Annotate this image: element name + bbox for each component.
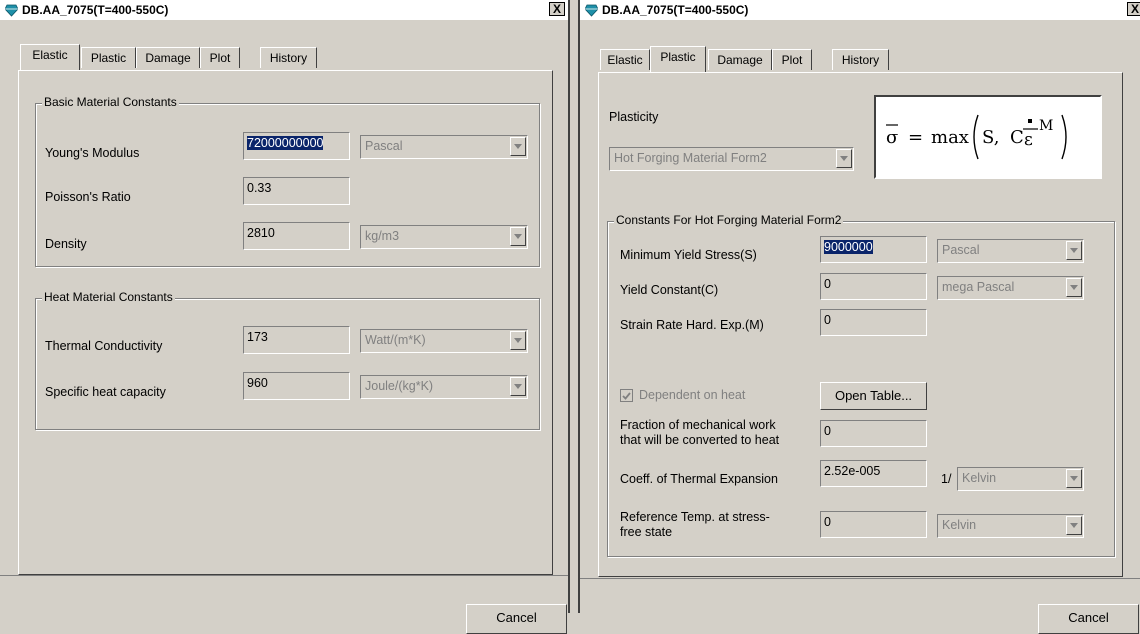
diamond-icon <box>5 4 18 17</box>
dependent-on-heat-checkbox[interactable] <box>620 389 633 402</box>
left-close-button[interactable]: X <box>549 2 565 16</box>
heat-constants-title: Heat Material Constants <box>42 290 175 304</box>
hot-forging-constants-group: Constants For Hot Forging Material Form2… <box>607 213 1115 557</box>
heat-constants-group: Heat Material Constants Thermal Conducti… <box>35 290 540 430</box>
left-footer-divider <box>0 575 568 576</box>
formula-m: M <box>1039 118 1053 134</box>
chevron-down-icon[interactable] <box>836 149 852 168</box>
right-footer-divider <box>580 578 1140 579</box>
youngs-modulus-label: Young's Modulus <box>45 146 140 160</box>
basic-constants-group: Basic Material Constants Young's Modulus… <box>35 95 540 267</box>
strain-rate-label: Strain Rate Hard. Exp.(M) <box>620 318 764 332</box>
basic-constants-title: Basic Material Constants <box>42 95 179 109</box>
formula-epsilon: ε <box>1024 130 1033 150</box>
specific-heat-field[interactable]: 960 <box>243 372 350 400</box>
density-field[interactable]: 2810 <box>243 222 350 250</box>
checkmark-icon <box>622 391 631 400</box>
left-tab-plot[interactable]: Plot <box>200 47 240 68</box>
plasticity-label: Plasticity <box>609 110 659 124</box>
strain-rate-field[interactable]: 0 <box>820 309 927 336</box>
right-tab-strip: Elastic Plastic Damage Plot History <box>600 46 1120 72</box>
specific-heat-label: Specific heat capacity <box>45 385 166 399</box>
left-tab-history[interactable]: History <box>260 47 317 68</box>
density-unit-select[interactable]: kg/m3 <box>360 225 528 249</box>
hot-forging-constants-title: Constants For Hot Forging Material Form2 <box>614 213 844 227</box>
left-tab-plastic[interactable]: Plastic <box>81 47 136 68</box>
left-cancel-button[interactable]: Cancel <box>466 604 567 634</box>
left-tab-strip: Elastic Plastic Damage Plot History <box>20 44 540 70</box>
chevron-down-icon[interactable] <box>510 137 526 156</box>
left-title-bar[interactable]: DB.AA_7075(T=400-550C) <box>0 0 568 20</box>
chevron-down-icon[interactable] <box>510 227 526 246</box>
thermal-expansion-label: Coeff. of Thermal Expansion <box>620 472 778 486</box>
formula-sigma: σ <box>886 127 898 148</box>
formula-c: C <box>1010 127 1024 148</box>
reference-temp-unit-select[interactable]: Kelvin <box>937 514 1084 538</box>
chevron-down-icon[interactable] <box>510 331 526 350</box>
min-yield-field[interactable]: 9000000 <box>820 236 927 263</box>
youngs-modulus-unit-select[interactable]: Pascal <box>360 135 528 159</box>
formula-graphic: σ = max S, C ε M <box>886 114 1067 160</box>
min-yield-unit-select[interactable]: Pascal <box>937 239 1084 263</box>
open-table-button[interactable]: Open Table... <box>820 382 927 410</box>
left-tab-elastic[interactable]: Elastic <box>20 44 80 70</box>
chevron-down-icon[interactable] <box>1066 241 1082 260</box>
fraction-work-field[interactable]: 0 <box>820 420 927 447</box>
right-title-bar[interactable]: DB.AA_7075(T=400-550C) <box>580 0 1140 20</box>
yield-constant-field[interactable]: 0 <box>820 273 927 300</box>
formula-max: max <box>931 127 969 148</box>
chevron-down-icon[interactable] <box>510 377 526 396</box>
formula-s: S, <box>982 127 999 148</box>
thermal-expansion-unit-select[interactable]: Kelvin <box>957 467 1084 491</box>
right-cancel-button[interactable]: Cancel <box>1038 604 1139 634</box>
yield-constant-label: Yield Constant(C) <box>620 283 719 297</box>
dependent-on-heat-label: Dependent on heat <box>639 388 746 402</box>
right-tab-plot[interactable]: Plot <box>772 49 812 70</box>
youngs-modulus-field[interactable]: 72000000000 <box>243 132 350 160</box>
fraction-work-label: Fraction of mechanical work that will be… <box>620 418 780 447</box>
right-dialog-window: DB.AA_7075(T=400-550C) X Elastic Plastic… <box>578 0 1140 634</box>
left-elastic-panel: Basic Material Constants Young's Modulus… <box>18 70 553 575</box>
density-label: Density <box>45 237 87 251</box>
chevron-down-icon[interactable] <box>1066 278 1082 297</box>
left-title-text: DB.AA_7075(T=400-550C) <box>22 3 169 17</box>
reference-temp-label: Reference Temp. at stress- free state <box>620 510 770 539</box>
right-plastic-panel: Plasticity Hot Forging Material Form2 σ … <box>598 72 1123 577</box>
flow-stress-formula: σ = max S, C ε M <box>874 95 1102 179</box>
poissons-ratio-label: Poisson's Ratio <box>45 190 131 204</box>
reference-temp-field[interactable]: 0 <box>820 511 927 538</box>
right-close-button[interactable]: X <box>1127 2 1140 16</box>
plasticity-model-select[interactable]: Hot Forging Material Form2 <box>609 147 854 171</box>
right-title-text: DB.AA_7075(T=400-550C) <box>602 3 749 17</box>
min-yield-label: Minimum Yield Stress(S) <box>620 248 757 262</box>
right-tab-damage[interactable]: Damage <box>708 49 772 70</box>
diamond-icon <box>585 4 598 17</box>
poissons-ratio-field[interactable]: 0.33 <box>243 177 350 205</box>
left-tab-damage[interactable]: Damage <box>136 47 200 68</box>
left-dialog-window: DB.AA_7075(T=400-550C) X Elastic Plastic… <box>0 0 570 634</box>
thermal-expansion-prefix: 1/ <box>941 472 952 486</box>
chevron-down-icon[interactable] <box>1066 469 1082 488</box>
thermal-conductivity-unit-select[interactable]: Watt/(m*K) <box>360 329 528 353</box>
thermal-expansion-field[interactable]: 2.52e-005 <box>820 460 927 487</box>
right-tab-plastic[interactable]: Plastic <box>650 46 706 72</box>
right-tab-history[interactable]: History <box>832 49 889 70</box>
formula-equals: = <box>908 127 923 148</box>
chevron-down-icon[interactable] <box>1066 516 1082 535</box>
thermal-conductivity-label: Thermal Conductivity <box>45 339 163 353</box>
specific-heat-unit-select[interactable]: Joule/(kg*K) <box>360 375 528 399</box>
right-tab-elastic[interactable]: Elastic <box>600 49 650 70</box>
yield-constant-unit-select[interactable]: mega Pascal <box>937 276 1084 300</box>
thermal-conductivity-field[interactable]: 173 <box>243 326 350 354</box>
